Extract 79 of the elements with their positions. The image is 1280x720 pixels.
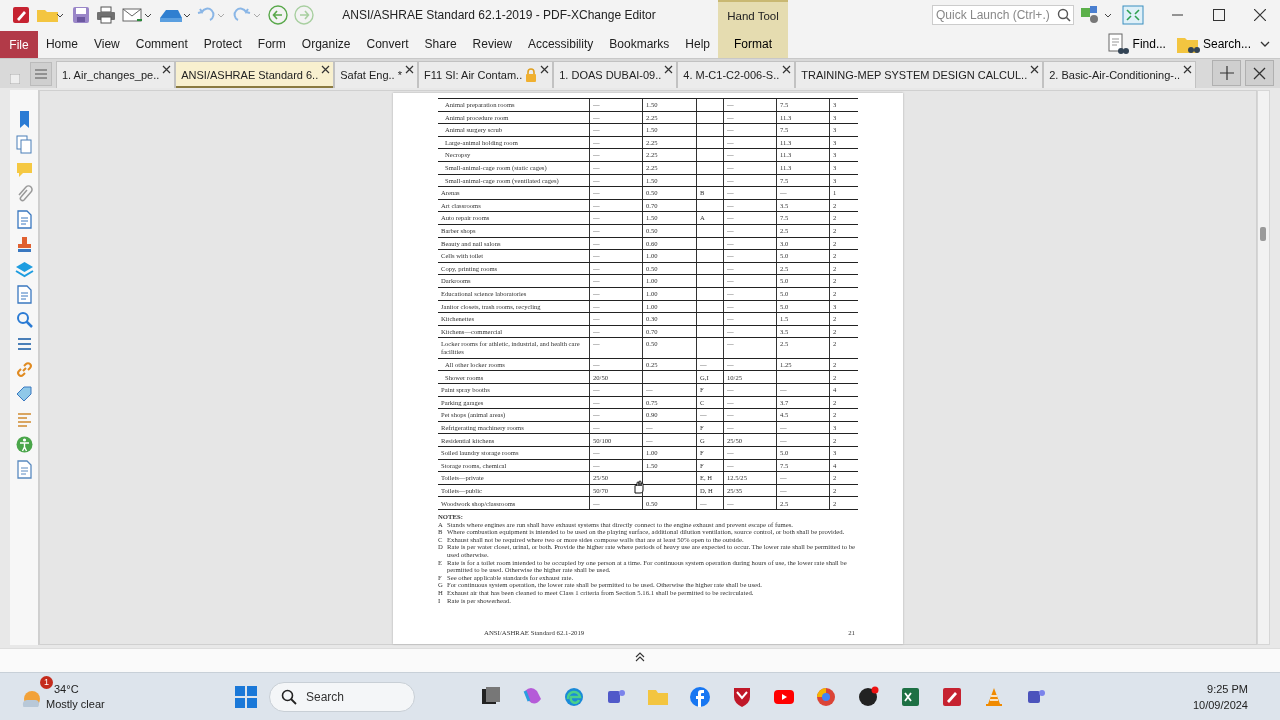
clock-date[interactable]: 10/09/2024: [1192, 696, 1248, 713]
letter-f-icon[interactable]: [689, 685, 711, 708]
tab-list-menu-button[interactable]: [30, 62, 52, 86]
app-logo-icon[interactable]: [12, 6, 30, 24]
document-tab[interactable]: 4. M-C1-C2-006-S..: [677, 61, 796, 88]
find-document-icon: [1105, 33, 1130, 55]
hand-cursor-icon: [632, 480, 644, 494]
ribbon-tab[interactable]: Bookmarks: [601, 30, 678, 58]
link-icon[interactable]: [14, 360, 34, 379]
scrollbar-thumb[interactable]: [1260, 227, 1266, 241]
ribbon-tab[interactable]: Review: [464, 30, 520, 58]
search-icon: [281, 688, 297, 705]
document-tab[interactable]: TRAINING-MEP SYSTEM DESIGN CALCUL..: [795, 61, 1044, 88]
menu-icon: [35, 69, 47, 79]
ribbon-tab[interactable]: Home: [37, 30, 86, 58]
document-tab[interactable]: F11 SI: Air Contam..: [417, 61, 554, 88]
ribbon-tab[interactable]: Organize: [293, 30, 359, 58]
ribbon-tab[interactable]: Format: [728, 30, 778, 58]
collapse-caret-icon[interactable]: [635, 652, 645, 662]
document-tab[interactable]: 2. Basic-Air-Conditioning-..: [1043, 61, 1197, 88]
scrollbar-track[interactable]: [1257, 90, 1270, 645]
weather-temperature: 34°C: [53, 681, 80, 697]
document-tab[interactable]: 1. Air_changes_pe..: [56, 61, 176, 88]
quick-launch-field[interactable]: Quick Launch (Ctrl+.): [932, 5, 1074, 25]
browser-icon[interactable]: [563, 685, 585, 708]
ribbon-tab[interactable]: View: [85, 30, 128, 58]
ribbon-tab[interactable]: Help: [677, 30, 718, 58]
window-title: ANSI/ASHRAE Standard 62.1-2019 - PDF-XChange Editor: [341, 8, 657, 22]
close-icon: [1253, 66, 1266, 80]
search-icon[interactable]: [1057, 8, 1071, 22]
shield-icon[interactable]: [731, 685, 753, 708]
document-icon[interactable]: [14, 285, 34, 304]
clock-time[interactable]: 9:25 PM: [1207, 680, 1248, 697]
accessibility-icon[interactable]: [14, 435, 34, 454]
close-icon[interactable]: [321, 65, 331, 74]
close-icon[interactable]: [1183, 65, 1193, 74]
taskbar-search-field[interactable]: Search: [269, 681, 415, 712]
mail-icon[interactable]: [122, 6, 152, 24]
browser-icon[interactable]: [815, 685, 837, 708]
ribbon-tab[interactable]: Protect: [195, 30, 250, 58]
ribbon-action-button[interactable]: Find...: [1102, 33, 1169, 55]
tag-icon[interactable]: [14, 385, 34, 404]
close-icon: [1253, 9, 1266, 21]
layers-icon[interactable]: [14, 260, 34, 279]
document-icon[interactable]: [14, 460, 34, 479]
document-tab[interactable]: Safat Eng.. *: [334, 61, 418, 88]
search-icon[interactable]: [14, 310, 34, 329]
ribbon-tab[interactable]: Accessibility: [519, 30, 602, 58]
document-tab[interactable]: ANSI/ASHRAE Standard 6..: [175, 61, 335, 88]
close-icon[interactable]: [664, 65, 674, 74]
close-all-tabs-button[interactable]: [1245, 60, 1274, 86]
palette-gear-icon[interactable]: [1080, 5, 1114, 25]
ribbon-tab[interactable]: Convert: [358, 30, 417, 58]
pages-icon[interactable]: [14, 135, 34, 154]
close-icon[interactable]: [162, 65, 172, 74]
ribbon-action-button[interactable]: Search...: [1172, 33, 1254, 55]
spreadsheet-icon[interactable]: [899, 685, 921, 708]
ribbon-tab[interactable]: Comment: [127, 30, 196, 58]
pdf-editor-icon[interactable]: [941, 685, 963, 708]
weather-condition: Mostly clear: [46, 696, 105, 712]
minimize-icon: [1172, 14, 1183, 16]
save-icon[interactable]: [72, 6, 90, 24]
context-group-title: Hand Tool: [727, 9, 779, 24]
document-tab[interactable]: 1. DOAS DUBAI-09..: [553, 61, 678, 88]
document-icon[interactable]: [14, 210, 34, 229]
close-icon[interactable]: [782, 65, 792, 74]
camera-reel-icon[interactable]: [857, 685, 879, 708]
close-icon[interactable]: [1030, 65, 1040, 74]
ribbon-tab[interactable]: Form: [249, 30, 294, 58]
file-menu-button[interactable]: File: [0, 31, 38, 58]
close-icon[interactable]: [404, 65, 414, 74]
fullscreen-icon[interactable]: [1122, 5, 1144, 25]
close-icon[interactable]: [540, 65, 550, 74]
plus-icon: [1219, 66, 1234, 80]
notification-badge: 1: [40, 675, 53, 689]
ribbon-tab[interactable]: Share: [416, 30, 465, 58]
start-button-icon[interactable]: [235, 685, 257, 708]
maximize-icon: [1212, 9, 1225, 21]
printer-icon[interactable]: [96, 6, 116, 24]
